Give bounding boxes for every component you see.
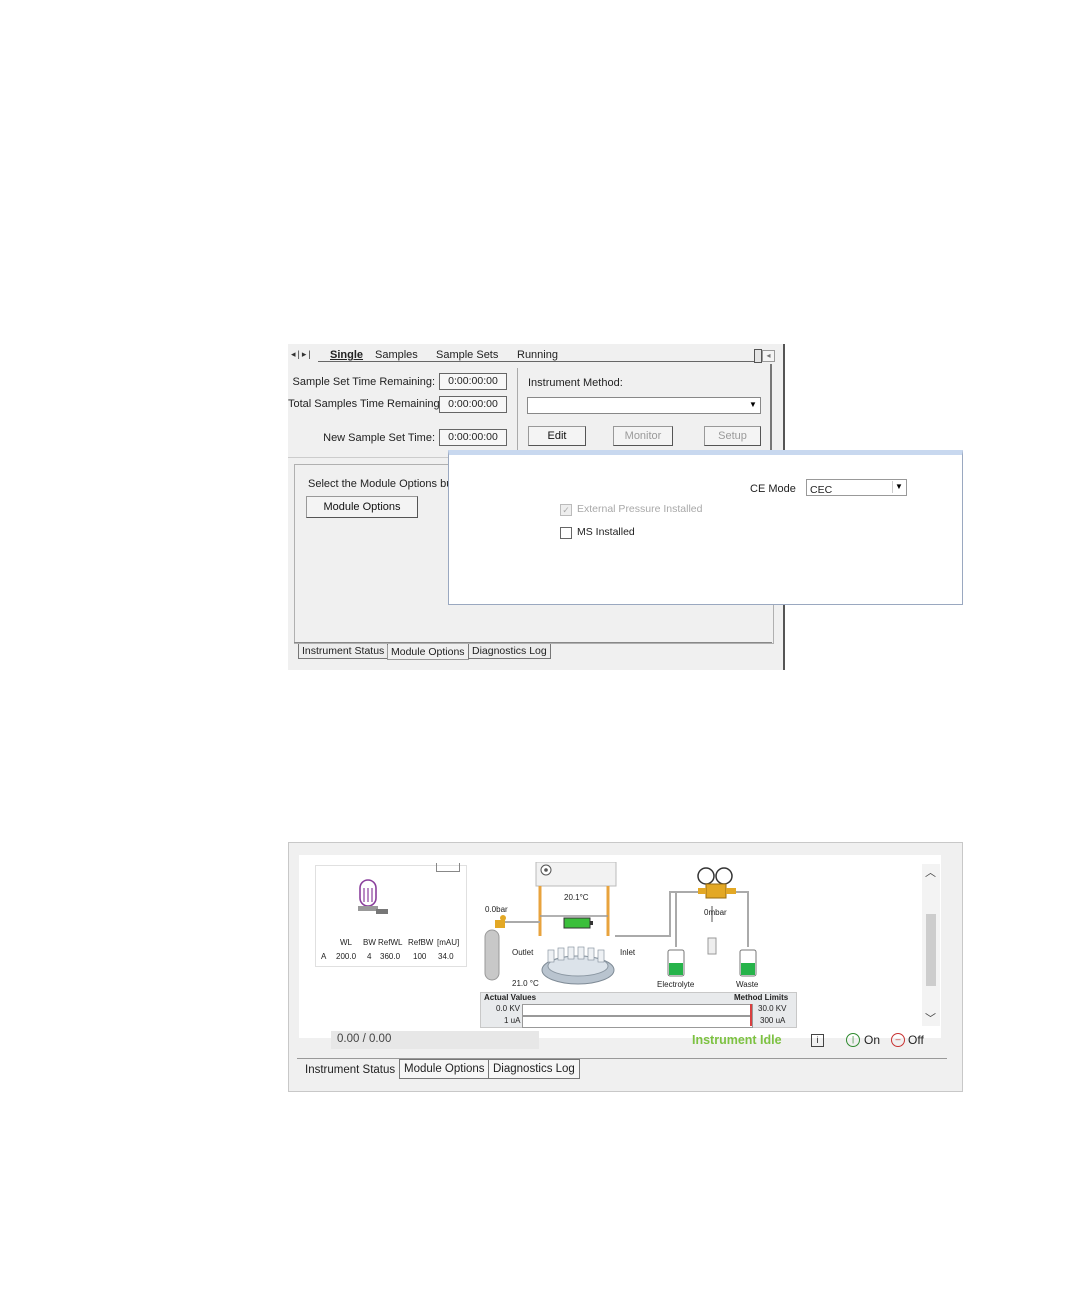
power-off-icon[interactable]: – [891, 1033, 905, 1047]
row-label: A [321, 952, 327, 961]
col-bw: BW [363, 938, 376, 947]
chevron-down-icon[interactable]: ▼ [892, 481, 905, 493]
instrument-method-label: Instrument Method: [528, 377, 623, 389]
power-on-icon[interactable]: | [846, 1033, 860, 1047]
cell-mau: 34.0 [438, 952, 454, 961]
ms-installed-checkbox[interactable] [560, 527, 572, 539]
module-options-button[interactable]: Module Options [306, 496, 418, 518]
col-refbw: RefBW [408, 938, 434, 947]
lamp-icon [358, 879, 388, 914]
vertical-divider [517, 368, 518, 456]
chevron-down-icon[interactable]: ▼ [747, 399, 759, 411]
setup-button[interactable]: Setup [704, 426, 761, 446]
tab-scroll-arrows-icon[interactable]: ◂|▸| [291, 349, 313, 360]
ce-mode-label: CE Mode [750, 483, 796, 495]
total-samples-time-label: Total Samples Time Remaining: [288, 398, 443, 410]
edit-button[interactable]: Edit [528, 426, 586, 446]
ce-mode-select[interactable]: CEC ▼ [806, 479, 907, 496]
progress-text: 0.00 / 0.00 [337, 1033, 392, 1045]
module-options-dialog: CE Mode CEC ▼ ✓ External Pressure Instal… [448, 450, 963, 605]
method-limits-label: Method Limits [734, 993, 789, 1002]
actual-values-label: Actual Values [484, 993, 537, 1002]
tab-scroll-left-icon[interactable]: ◂ [762, 350, 775, 362]
bottom-tab-line [294, 642, 772, 643]
sample-set-time-label: Sample Set Time Remaining: [292, 376, 435, 388]
scroll-down-icon[interactable]: ﹀ [925, 1010, 936, 1026]
tab-module-options-2[interactable]: Module Options [399, 1059, 490, 1079]
progress-field: 0.00 / 0.00 [331, 1031, 539, 1049]
on-label[interactable]: On [864, 1033, 880, 1047]
waste-label: Waste [736, 980, 759, 989]
cell-bw: 4 [367, 952, 372, 961]
total-samples-time-field: 0:00:00:00 [439, 396, 507, 413]
cassette-temperature: 20.1°C [564, 893, 589, 902]
vertical-scrollbar[interactable]: ︿ ﹀ [922, 864, 940, 1026]
instrument-method-select[interactable]: ▼ [527, 397, 761, 414]
cell-wl: 200.0 [336, 952, 357, 961]
pressure-right: 0mbar [704, 908, 727, 917]
new-sample-set-time-field[interactable]: 0:00:00:00 [439, 429, 507, 446]
col-mau: [mAU] [437, 938, 460, 947]
tab-samples[interactable]: Samples [375, 349, 418, 361]
inlet-label: Inlet [620, 948, 636, 957]
limit-current: 300 uA [760, 1016, 786, 1025]
cell-refwl: 360.0 [380, 952, 401, 961]
module-options-hint: Select the Module Options but [308, 478, 456, 490]
cell-refbw: 100 [413, 952, 427, 961]
off-label[interactable]: Off [908, 1033, 924, 1047]
info-icon[interactable]: i [811, 1034, 824, 1047]
actual-voltage: 0.0 KV [496, 1004, 521, 1013]
external-pressure-checkbox[interactable]: ✓ [560, 504, 572, 516]
current-bar [522, 1016, 753, 1028]
electrolyte-label: Electrolyte [657, 980, 695, 989]
detector-card-tab [436, 863, 460, 872]
ce-mode-value: CEC [810, 484, 833, 496]
tab-strip-end [754, 349, 762, 363]
tab-module-options[interactable]: Module Options [387, 645, 469, 660]
outlet-label: Outlet [512, 948, 534, 957]
new-sample-set-time-label: New Sample Set Time: [323, 432, 435, 444]
ms-installed-label: MS Installed [577, 526, 635, 538]
actual-current: 1 uA [504, 1016, 521, 1025]
tab-instrument-status[interactable]: Instrument Status [298, 644, 389, 659]
instrument-method-value [528, 403, 531, 414]
col-refwl: RefWL [378, 938, 403, 947]
monitor-button[interactable]: Monitor [613, 426, 673, 446]
tab-running[interactable]: Running [517, 349, 558, 361]
tab-single[interactable]: Single [330, 349, 363, 361]
fluidics-diagram [484, 862, 757, 985]
tab-instrument-status-2[interactable]: Instrument Status [305, 1064, 395, 1076]
sample-set-time-field: 0:00:00:00 [439, 373, 507, 390]
tab-sample-sets[interactable]: Sample Sets [436, 349, 498, 361]
limit-marker [750, 1004, 752, 1026]
external-pressure-label: External Pressure Installed [577, 503, 703, 515]
instrument-status-text: Instrument Idle [692, 1033, 782, 1047]
top-tab-strip: ◂|▸| Single Samples Sample Sets Running … [288, 349, 776, 363]
voltage-bar [522, 1004, 753, 1016]
limit-voltage: 30.0 KV [758, 1004, 787, 1013]
bottom-tab-line-2 [297, 1058, 947, 1059]
tray-temperature: 21.0 °C [512, 979, 539, 988]
right-border [770, 364, 772, 459]
scrollbar-thumb[interactable] [926, 914, 936, 986]
tab-diagnostics-log[interactable]: Diagnostics Log [468, 644, 551, 659]
pressure-left: 0.0bar [485, 905, 508, 914]
tab-diagnostics-log-2[interactable]: Diagnostics Log [488, 1059, 580, 1079]
col-wl: WL [340, 938, 352, 947]
scroll-up-icon[interactable]: ︿ [925, 864, 936, 880]
